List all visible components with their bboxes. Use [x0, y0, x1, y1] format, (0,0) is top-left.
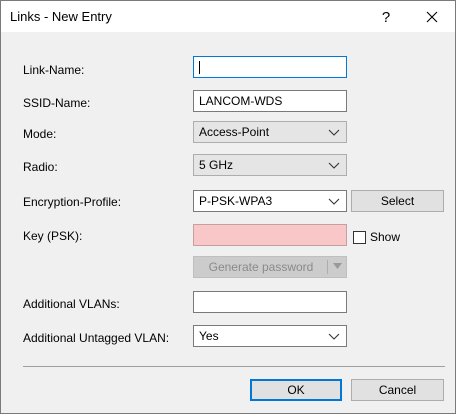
chevron-down-icon: [328, 129, 340, 136]
radio-select[interactable]: 5 GHz: [193, 154, 347, 176]
key-psk-input[interactable]: [193, 224, 347, 246]
select-button-label: Select: [380, 194, 415, 208]
generate-password-label: Generate password: [208, 260, 314, 274]
help-icon: ?: [381, 8, 391, 26]
generate-password-button[interactable]: Generate password: [193, 256, 347, 278]
ok-button[interactable]: OK: [250, 379, 342, 401]
links-new-entry-dialog: Links - New Entry ? Link-Name: SSID-Name…: [0, 0, 456, 414]
encryption-profile-label: Encryption-Profile:: [23, 195, 122, 209]
show-key-label: Show: [370, 230, 401, 244]
additional-untagged-vlan-select[interactable]: Yes: [193, 325, 347, 347]
text-caret: [199, 61, 200, 74]
select-profile-button[interactable]: Select: [351, 190, 444, 212]
chevron-down-icon: [328, 198, 340, 205]
radio-label: Radio:: [23, 160, 58, 174]
mode-select[interactable]: Access-Point: [193, 121, 347, 143]
mode-value: Access-Point: [199, 125, 270, 139]
close-button[interactable]: [409, 3, 455, 31]
chevron-down-icon: [328, 333, 340, 340]
show-key-checkbox[interactable]: [353, 231, 366, 244]
encryption-profile-select[interactable]: P-PSK-WPA3: [193, 190, 347, 212]
ok-button-label: OK: [287, 383, 305, 397]
help-button[interactable]: ?: [363, 3, 409, 31]
title-bar: Links - New Entry ?: [1, 1, 455, 32]
footer-divider: [23, 366, 445, 367]
ssid-name-value: LANCOM-WDS: [199, 94, 283, 108]
dropdown-arrow-icon: [333, 263, 342, 269]
additional-untagged-vlan-value: Yes: [199, 329, 219, 343]
radio-value: 5 GHz: [199, 158, 234, 172]
close-icon: [426, 11, 438, 23]
additional-vlans-input[interactable]: [193, 291, 347, 313]
cancel-button[interactable]: Cancel: [351, 379, 444, 401]
split-separator: [327, 260, 328, 274]
link-name-label: Link-Name:: [23, 63, 85, 77]
additional-untagged-vlan-label: Additional Untagged VLAN:: [23, 331, 170, 345]
link-name-input[interactable]: [193, 56, 347, 78]
cancel-button-label: Cancel: [378, 383, 417, 397]
encryption-profile-value: P-PSK-WPA3: [199, 194, 273, 208]
key-psk-label: Key (PSK):: [23, 229, 83, 243]
dialog-title: Links - New Entry: [10, 9, 112, 24]
ssid-name-input[interactable]: LANCOM-WDS: [193, 90, 347, 112]
chevron-down-icon: [328, 162, 340, 169]
mode-label: Mode:: [23, 127, 57, 141]
ssid-name-label: SSID-Name:: [23, 96, 91, 110]
additional-vlans-label: Additional VLANs:: [23, 297, 120, 311]
